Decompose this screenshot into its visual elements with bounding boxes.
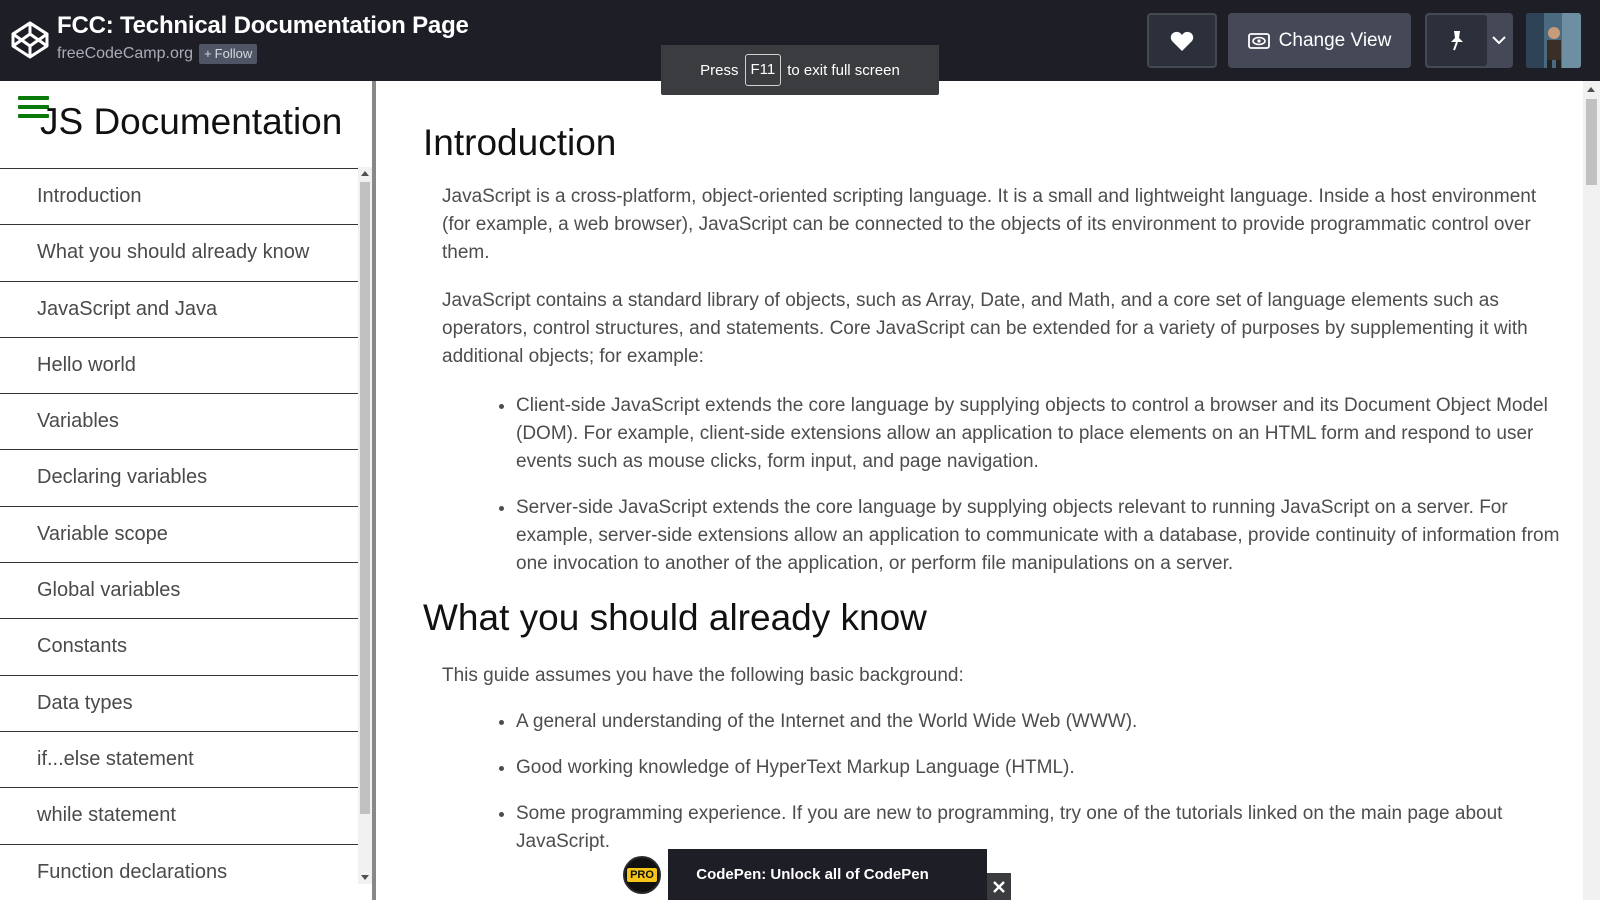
scroll-down-arrow-icon[interactable]	[361, 875, 369, 880]
nav-link-constants[interactable]: Constants	[0, 619, 358, 676]
pin-group	[1425, 13, 1513, 68]
heart-button[interactable]	[1147, 13, 1217, 68]
page-scrollbar[interactable]	[1583, 81, 1600, 900]
avatar[interactable]	[1526, 13, 1581, 68]
nav-link-global-variables[interactable]: Global variables	[0, 563, 358, 620]
change-view-label: Change View	[1278, 29, 1392, 51]
pen-title: FCC: Technical Documentation Page	[57, 12, 469, 39]
section-heading: Introduction	[423, 122, 617, 163]
paragraph: This guide assumes you have the followin…	[442, 665, 964, 686]
pro-badge-label: PRO	[627, 868, 657, 882]
close-icon	[993, 880, 1005, 893]
page-scrollbar-thumb[interactable]	[1586, 99, 1597, 185]
bullet-list: Client-side JavaScript extends the core …	[516, 392, 1563, 578]
nav-link-hello-world[interactable]: Hello world	[0, 338, 358, 395]
author-link[interactable]: freeCodeCamp.org	[57, 45, 193, 63]
author-row: freeCodeCamp.org + Follow	[57, 44, 258, 64]
list-item: Good working knowledge of HyperText Mark…	[516, 754, 1563, 782]
sidebar-scrollbar-thumb[interactable]	[360, 182, 370, 814]
eye-icon	[1247, 32, 1270, 49]
nav-link-data-types[interactable]: Data types	[0, 676, 358, 732]
nav-link-declaring-variables[interactable]: Declaring variables	[0, 450, 358, 507]
nav-link-while-statement[interactable]: while statement	[0, 788, 358, 845]
nav-link-variable-scope[interactable]: Variable scope	[0, 507, 358, 564]
nav-link-function-declarations[interactable]: Function declarations	[0, 845, 358, 900]
list-item: Server-side JavaScript extends the core …	[516, 494, 1563, 578]
nav-link-variables[interactable]: Variables	[0, 394, 358, 451]
nav-link-javascript-and-java[interactable]: JavaScript and Java	[0, 282, 358, 338]
follow-label: Follow	[214, 46, 253, 61]
nav-link-what-you-should-already-know[interactable]: What you should already know	[0, 225, 358, 282]
pin-icon	[1451, 30, 1463, 50]
paragraph: JavaScript contains a standard library o…	[442, 290, 1528, 367]
fullscreen-message: to exit full screen	[787, 61, 900, 79]
navbar: JS Documentation Introduction What you s…	[0, 81, 376, 900]
section-heading: What you should already know	[423, 597, 927, 638]
section-what-you-should-already-know: What you should already know This guide …	[380, 596, 1583, 856]
paragraph: JavaScript is a cross-platform, object-o…	[442, 186, 1537, 263]
sidebar-title: JS Documentation	[40, 101, 343, 142]
list-item: Client-side JavaScript extends the core …	[516, 392, 1563, 476]
change-view-button[interactable]: Change View	[1228, 13, 1411, 68]
scroll-up-arrow-icon[interactable]	[1587, 87, 1595, 92]
nav-list: Introduction What you should already kno…	[0, 168, 358, 900]
chevron-down-icon[interactable]	[1491, 32, 1507, 48]
nav-link-if-else-statement[interactable]: if...else statement	[0, 732, 358, 789]
codepen-logo-icon[interactable]	[10, 20, 50, 60]
pin-button[interactable]	[1427, 15, 1487, 66]
fullscreen-press-text: Press	[700, 61, 739, 79]
pro-banner-text[interactable]: CodePen: Unlock all of CodePen	[668, 849, 987, 900]
plus-icon: +	[204, 46, 212, 61]
heart-icon	[1170, 31, 1194, 51]
avatar-image	[1526, 13, 1581, 68]
list-item: A general understanding of the Internet …	[516, 708, 1563, 736]
main-doc: Introduction JavaScript is a cross-platf…	[380, 81, 1583, 900]
sidebar-scrollbar[interactable]	[358, 167, 372, 884]
section-introduction: Introduction JavaScript is a cross-platf…	[380, 121, 1583, 578]
pro-badge-icon: PRO	[623, 856, 661, 894]
nav-link-introduction[interactable]: Introduction	[0, 169, 358, 226]
pro-banner[interactable]: PRO CodePen: Unlock all of CodePen	[613, 849, 987, 900]
close-button[interactable]	[987, 873, 1011, 900]
bullet-list: A general understanding of the Internet …	[516, 708, 1563, 856]
list-item: Some programming experience. If you are …	[516, 800, 1563, 856]
follow-button[interactable]: + Follow	[199, 44, 258, 64]
scroll-up-arrow-icon[interactable]	[361, 171, 369, 176]
top-bar: FCC: Technical Documentation Page freeCo…	[0, 0, 1600, 95]
